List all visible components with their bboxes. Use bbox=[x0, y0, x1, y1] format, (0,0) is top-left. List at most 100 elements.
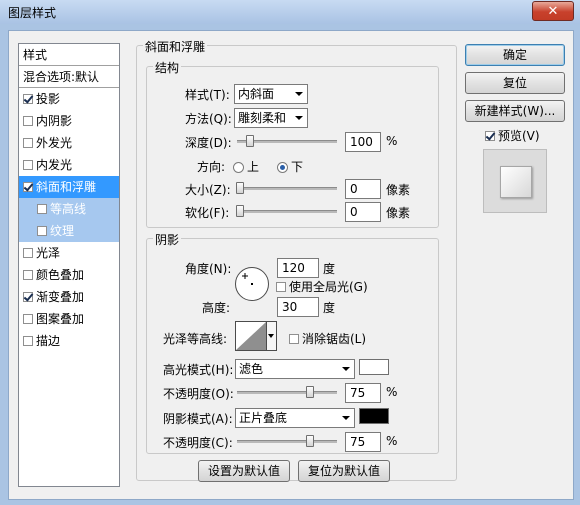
direction-up-radio[interactable]: 上 bbox=[233, 158, 259, 175]
soften-input[interactable]: 0 bbox=[345, 202, 381, 222]
sidebar-item-texture[interactable]: 纹理 bbox=[19, 220, 119, 242]
shadow-opacity-input[interactable]: 75 bbox=[345, 432, 381, 452]
checkbox-icon[interactable] bbox=[23, 182, 33, 192]
size-slider-handle[interactable] bbox=[236, 182, 244, 194]
checkbox-icon[interactable] bbox=[23, 270, 33, 280]
new-style-button[interactable]: 新建样式(W)... bbox=[465, 100, 565, 122]
sidebar-item-color-overlay[interactable]: 颜色叠加 bbox=[19, 264, 119, 286]
chevron-down-icon bbox=[268, 334, 274, 338]
highlight-opacity-slider[interactable] bbox=[237, 386, 337, 398]
sidebar-item-inner-glow[interactable]: 内发光 bbox=[19, 154, 119, 176]
window-title: 图层样式 bbox=[8, 6, 57, 20]
sidebar-item-label: 纹理 bbox=[50, 224, 75, 238]
layer-style-dialog: 图层样式 ✕ 样式 混合选项:默认 投影 内阴影 外发光 内发光 斜面和浮雕 等… bbox=[0, 0, 580, 505]
checkbox-icon[interactable] bbox=[23, 292, 33, 302]
checkbox-icon[interactable] bbox=[23, 314, 33, 324]
radio-icon[interactable] bbox=[233, 162, 244, 173]
sidebar-item-gradient-overlay[interactable]: 渐变叠加 bbox=[19, 286, 119, 308]
sidebar-item-label: 渐变叠加 bbox=[36, 290, 85, 304]
checkbox-icon[interactable] bbox=[23, 138, 33, 148]
highlight-mode-select[interactable]: 滤色 bbox=[235, 359, 355, 379]
soften-slider[interactable] bbox=[236, 205, 337, 217]
sidebar-item-inner-shadow[interactable]: 内阴影 bbox=[19, 110, 119, 132]
size-unit: 像素 bbox=[386, 183, 411, 197]
make-default-button[interactable]: 设置为默认值 bbox=[198, 460, 290, 482]
global-light-checkbox[interactable]: 使用全局光(G) bbox=[276, 278, 368, 295]
highlight-opacity-label: 不透明度(O): bbox=[163, 387, 234, 401]
crosshair-icon bbox=[242, 273, 253, 285]
altitude-input[interactable]: 30 bbox=[277, 297, 319, 317]
bevel-emboss-title: 斜面和浮雕 bbox=[143, 38, 208, 55]
shadow-opacity-unit: % bbox=[386, 434, 398, 448]
checkbox-icon[interactable] bbox=[23, 116, 33, 126]
sidebar-item-label: 等高线 bbox=[50, 202, 87, 216]
dialog-body: 样式 混合选项:默认 投影 内阴影 外发光 内发光 斜面和浮雕 等高线 纹理 光… bbox=[8, 30, 574, 500]
shadow-mode-value: 正片叠底 bbox=[239, 411, 288, 425]
style-select[interactable]: 内斜面 bbox=[234, 84, 308, 104]
size-input[interactable]: 0 bbox=[345, 179, 381, 199]
checkbox-icon[interactable] bbox=[485, 131, 495, 141]
depth-input[interactable]: 100 bbox=[345, 132, 381, 152]
checkbox-icon[interactable] bbox=[37, 204, 47, 214]
checkbox-icon[interactable] bbox=[23, 336, 33, 346]
checkbox-icon[interactable] bbox=[23, 160, 33, 170]
shading-group: 阴影 角度(N): 120 度 使用全局光(G) 高度: 30 度 光泽等高线: bbox=[146, 231, 439, 454]
soften-slider-handle[interactable] bbox=[236, 205, 244, 217]
sidebar-item-pattern-overlay[interactable]: 图案叠加 bbox=[19, 308, 119, 330]
sidebar-item-label: 斜面和浮雕 bbox=[36, 180, 97, 194]
checkbox-icon[interactable] bbox=[37, 226, 47, 236]
sidebar-item-label: 颜色叠加 bbox=[36, 268, 85, 282]
style-preview bbox=[483, 149, 547, 213]
reset-button[interactable]: 复位 bbox=[465, 72, 565, 94]
size-slider[interactable] bbox=[236, 182, 337, 194]
highlight-mode-label: 高光模式(H): bbox=[163, 363, 234, 377]
preview-label: 预览(V) bbox=[498, 129, 540, 143]
shadow-opacity-handle[interactable] bbox=[306, 435, 314, 447]
technique-label: 方法(Q): bbox=[185, 112, 232, 126]
gloss-contour-dropdown[interactable] bbox=[267, 321, 277, 351]
direction-down-radio[interactable]: 下 bbox=[277, 158, 303, 175]
angle-dial[interactable] bbox=[235, 267, 269, 301]
shadow-mode-label: 阴影模式(A): bbox=[163, 412, 233, 426]
depth-slider[interactable] bbox=[237, 135, 337, 147]
direction-up-label: 上 bbox=[247, 160, 260, 174]
sidebar-item-label: 内阴影 bbox=[36, 114, 73, 128]
title-bar[interactable]: 图层样式 ✕ bbox=[0, 0, 580, 24]
blend-options-item[interactable]: 混合选项:默认 bbox=[19, 66, 119, 88]
sidebar-item-outer-glow[interactable]: 外发光 bbox=[19, 132, 119, 154]
depth-slider-handle[interactable] bbox=[246, 135, 254, 147]
highlight-color-swatch[interactable] bbox=[359, 359, 389, 375]
shadow-opacity-slider[interactable] bbox=[237, 435, 337, 447]
reset-to-default-button[interactable]: 复位为默认值 bbox=[298, 460, 390, 482]
sidebar-item-satin[interactable]: 光泽 bbox=[19, 242, 119, 264]
ok-button[interactable]: 确定 bbox=[465, 44, 565, 66]
checkbox-icon[interactable] bbox=[276, 282, 286, 292]
highlight-mode-value: 滤色 bbox=[239, 362, 264, 376]
sidebar-item-label: 光泽 bbox=[36, 246, 61, 260]
sidebar-item-stroke[interactable]: 描边 bbox=[19, 330, 119, 352]
technique-select-value: 雕刻柔和 bbox=[238, 111, 287, 125]
sidebar-item-bevel-emboss[interactable]: 斜面和浮雕 bbox=[19, 176, 119, 198]
altitude-label: 高度: bbox=[202, 301, 231, 315]
antialias-checkbox[interactable]: 消除锯齿(L) bbox=[289, 330, 366, 347]
preview-checkbox[interactable]: 预览(V) bbox=[485, 127, 540, 144]
radio-selected-icon[interactable] bbox=[277, 162, 288, 173]
close-button[interactable]: ✕ bbox=[532, 1, 574, 21]
depth-unit: % bbox=[386, 134, 398, 148]
soften-label: 软化(F): bbox=[185, 206, 230, 220]
shadow-mode-select[interactable]: 正片叠底 bbox=[235, 408, 355, 428]
styles-header[interactable]: 样式 bbox=[19, 44, 119, 66]
highlight-opacity-input[interactable]: 75 bbox=[345, 383, 381, 403]
gloss-contour-preview[interactable] bbox=[235, 321, 267, 351]
checkbox-icon[interactable] bbox=[23, 248, 33, 258]
direction-down-label: 下 bbox=[291, 160, 304, 174]
sidebar-item-contour[interactable]: 等高线 bbox=[19, 198, 119, 220]
angle-input[interactable]: 120 bbox=[277, 258, 319, 278]
technique-select[interactable]: 雕刻柔和 bbox=[234, 108, 308, 128]
checkbox-icon[interactable] bbox=[289, 334, 299, 344]
angle-label: 角度(N): bbox=[185, 262, 232, 276]
sidebar-item-drop-shadow[interactable]: 投影 bbox=[19, 88, 119, 110]
shadow-color-swatch[interactable] bbox=[359, 408, 389, 424]
highlight-opacity-handle[interactable] bbox=[306, 386, 314, 398]
checkbox-icon[interactable] bbox=[23, 94, 33, 104]
